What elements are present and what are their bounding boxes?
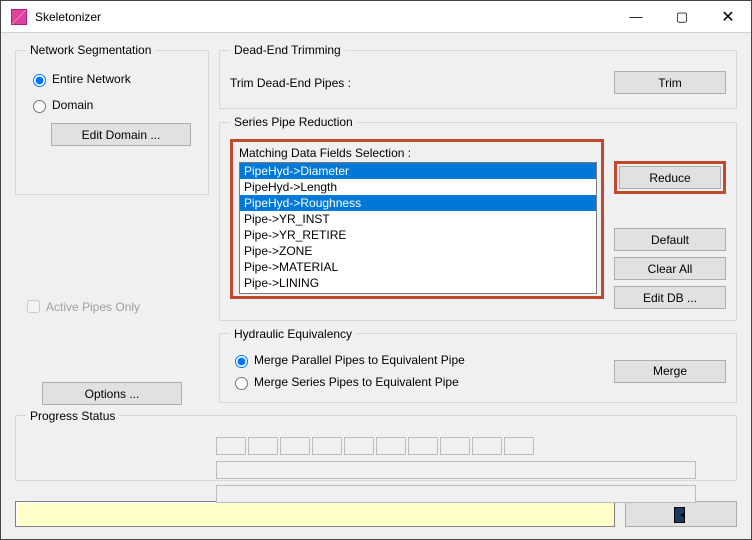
list-item[interactable]: Pipe->ZONE [240, 243, 596, 259]
progress-seg [472, 437, 502, 455]
hydraulic-options: Merge Parallel Pipes to Equivalent Pipe … [230, 352, 465, 390]
progress-seg [408, 437, 438, 455]
series-side-buttons: Reduce Default Clear All Edit DB ... [614, 161, 726, 309]
series-pipe-reduction-group: Series Pipe Reduction Matching Data Fiel… [219, 115, 737, 320]
trim-dead-end-label: Trim Dead-End Pipes : [230, 76, 351, 90]
merge-button[interactable]: Merge [614, 360, 726, 383]
matching-fields-label: Matching Data Fields Selection : [239, 146, 597, 160]
progress-seg [344, 437, 374, 455]
app-icon [11, 9, 27, 25]
exit-button[interactable] [625, 501, 737, 527]
active-pipes-only-checkbox[interactable]: Active Pipes Only [23, 297, 209, 316]
bottom-bar [1, 499, 751, 539]
entire-network-radio[interactable]: Entire Network [28, 71, 198, 87]
edit-domain-button[interactable]: Edit Domain ... [51, 123, 191, 146]
window: Skeletonizer — ▢ ✕ Network Segmentation … [0, 0, 752, 540]
minimize-button[interactable]: — [613, 1, 659, 33]
status-box [15, 501, 615, 527]
list-item[interactable]: PipeHyd->Diameter [240, 163, 596, 179]
merge-series-label: Merge Series Pipes to Equivalent Pipe [254, 375, 459, 389]
series-inner: Matching Data Fields Selection : PipeHyd… [230, 139, 726, 309]
list-item[interactable]: PipeHyd->Length [240, 179, 596, 195]
active-pipes-only-label: Active Pipes Only [46, 300, 140, 314]
progress-seg [280, 437, 310, 455]
merge-series-input[interactable] [235, 377, 248, 390]
progress-bar-2 [216, 485, 696, 503]
list-item[interactable]: Pipe->YR_RETIRE [240, 227, 596, 243]
titlebar: Skeletonizer — ▢ ✕ [1, 1, 751, 33]
domain-label: Domain [52, 98, 93, 112]
matching-fields-listbox[interactable]: PipeHyd->DiameterPipeHyd->LengthPipeHyd-… [239, 162, 597, 294]
clear-all-button[interactable]: Clear All [614, 257, 726, 280]
entire-network-label: Entire Network [52, 72, 131, 86]
maximize-button[interactable]: ▢ [659, 1, 705, 33]
progress-seg [440, 437, 470, 455]
progress-seg [504, 437, 534, 455]
matching-fields-highlight: Matching Data Fields Selection : PipeHyd… [230, 139, 604, 299]
content-area: Network Segmentation Entire Network Doma… [1, 33, 751, 499]
progress-seg [376, 437, 406, 455]
reduce-button-highlight: Reduce [614, 161, 726, 194]
left-column: Network Segmentation Entire Network Doma… [15, 43, 209, 409]
dead-end-trimming-group: Dead-End Trimming Trim Dead-End Pipes : … [219, 43, 737, 109]
reduce-button[interactable]: Reduce [619, 166, 721, 189]
series-legend: Series Pipe Reduction [230, 115, 357, 129]
edit-db-button[interactable]: Edit DB ... [614, 286, 726, 309]
options-button[interactable]: Options ... [42, 382, 182, 405]
progress-seg [248, 437, 278, 455]
progress-seg [312, 437, 342, 455]
network-segmentation-legend: Network Segmentation [26, 43, 155, 57]
entire-network-radio-input[interactable] [33, 74, 46, 87]
network-segmentation-group: Network Segmentation Entire Network Doma… [15, 43, 209, 195]
list-item[interactable]: Pipe->YR_INST [240, 211, 596, 227]
merge-parallel-radio[interactable]: Merge Parallel Pipes to Equivalent Pipe [230, 352, 465, 368]
merge-series-radio[interactable]: Merge Series Pipes to Equivalent Pipe [230, 374, 465, 390]
merge-parallel-label: Merge Parallel Pipes to Equivalent Pipe [254, 353, 465, 367]
progress-legend: Progress Status [26, 409, 119, 423]
trim-button[interactable]: Trim [614, 71, 726, 94]
progress-seg [216, 437, 246, 455]
merge-parallel-input[interactable] [235, 355, 248, 368]
exit-icon [674, 507, 688, 521]
close-button[interactable]: ✕ [705, 1, 751, 33]
list-item[interactable]: PipeHyd->Roughness [240, 195, 596, 211]
domain-radio[interactable]: Domain [28, 97, 198, 113]
active-pipes-only-input[interactable] [27, 300, 40, 313]
list-item[interactable]: Pipe->LINING [240, 275, 596, 291]
hydraulic-equivalency-group: Hydraulic Equivalency Merge Parallel Pip… [219, 327, 737, 403]
hydraulic-legend: Hydraulic Equivalency [230, 327, 356, 341]
dead-end-legend: Dead-End Trimming [230, 43, 345, 57]
progress-bar-1 [216, 461, 696, 479]
window-title: Skeletonizer [35, 10, 613, 24]
progress-segments [216, 437, 726, 455]
progress-status-group: Progress Status [15, 409, 737, 481]
default-button[interactable]: Default [614, 228, 726, 251]
domain-radio-input[interactable] [33, 100, 46, 113]
list-item[interactable]: Pipe->MATERIAL [240, 259, 596, 275]
